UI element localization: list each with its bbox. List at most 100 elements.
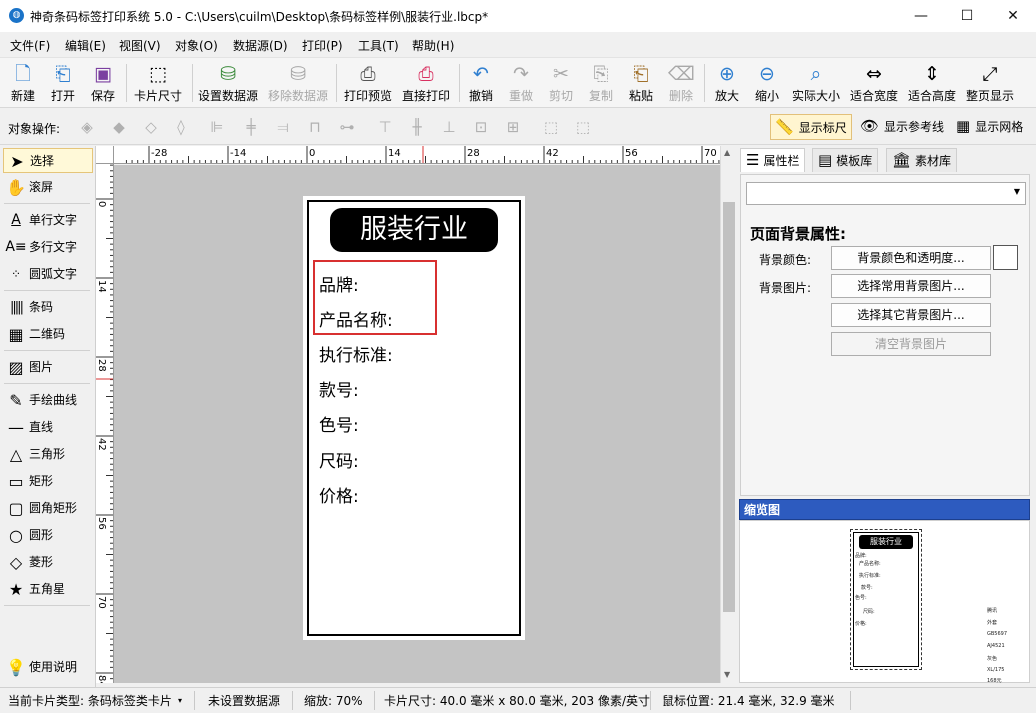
- remove-datasource-button[interactable]: ⛁ 移除数据源: [266, 60, 330, 106]
- tool-arc-text[interactable]: ⁘ 圆弧文字: [3, 262, 93, 287]
- bg-image-common-button[interactable]: 选择常用背景图片...: [831, 274, 991, 298]
- tab-properties[interactable]: ☰ 属性栏: [740, 148, 806, 172]
- delete-button[interactable]: ⌫ 删除: [664, 60, 698, 106]
- cut-button[interactable]: ✂ 剪切: [544, 60, 578, 106]
- object-selector[interactable]: ▼: [746, 182, 1026, 205]
- canvas-scrollbar[interactable]: ▲ ▼: [720, 146, 736, 683]
- field-color-no[interactable]: 色号:: [319, 411, 359, 436]
- menu-tools[interactable]: 工具(T): [358, 37, 399, 54]
- distribute-v-icon[interactable]: ⊶: [336, 117, 358, 137]
- tool-triangle[interactable]: △ 三角形: [3, 442, 93, 467]
- tool-rounded-rectangle[interactable]: ▢ 圆角矩形: [3, 496, 93, 521]
- align-center-icon[interactable]: ╪: [240, 117, 262, 137]
- field-product-name[interactable]: 产品名称:: [319, 306, 393, 331]
- align-right-icon[interactable]: ⫤: [272, 117, 294, 137]
- tool-single-line-text[interactable]: A 单行文字: [3, 208, 93, 233]
- navigator-area[interactable]: 服装行业 品牌: 产品名称: 执行标准: 款号: 色号: 尺码: 价格: 腾讯 …: [739, 520, 1030, 684]
- card-size-button[interactable]: ⬚ 卡片尺寸: [130, 60, 186, 106]
- bring-forward-icon[interactable]: ◆: [108, 117, 130, 137]
- zoom-out-button[interactable]: ⊖ 缩小: [750, 60, 784, 106]
- ungroup-icon[interactable]: ⬚: [572, 117, 594, 137]
- navigator-viewport[interactable]: 服装行业 品牌: 产品名称: 执行标准: 款号: 色号: 尺码: 价格:: [850, 529, 922, 670]
- group-icon[interactable]: ⬚: [540, 117, 562, 137]
- tool-circle[interactable]: ○ 圆形: [3, 523, 93, 548]
- menu-view[interactable]: 视图(V): [119, 37, 161, 54]
- paste-button[interactable]: ⎗ 粘贴: [624, 60, 658, 106]
- bg-color-swatch[interactable]: [993, 245, 1018, 270]
- menu-datasource[interactable]: 数据源(D): [233, 37, 288, 54]
- field-brand[interactable]: 品牌:: [319, 271, 359, 296]
- show-grid-toggle[interactable]: ▦ 显示网格: [952, 114, 1027, 140]
- actual-size-button[interactable]: ⌕ 实际大小: [790, 60, 842, 106]
- tool-barcode[interactable]: ||||| 条码: [3, 295, 93, 320]
- align-left-icon[interactable]: ⊫: [206, 117, 228, 137]
- card-title[interactable]: 服装行业: [330, 208, 498, 252]
- bring-front-icon[interactable]: ◈: [76, 117, 98, 137]
- scroll-down-icon[interactable]: ▼: [724, 670, 730, 679]
- set-datasource-button[interactable]: ⛁ 设置数据源: [196, 60, 260, 106]
- bg-image-other-button[interactable]: 选择其它背景图片...: [831, 303, 991, 327]
- window-title: 神奇条码标签打印系统 5.0 - C:\Users\cuilm\Desktop\…: [30, 10, 489, 24]
- field-size[interactable]: 尺码:: [319, 447, 359, 472]
- menu-file[interactable]: 文件(F): [10, 37, 50, 54]
- same-width-icon[interactable]: ⊡: [470, 117, 492, 137]
- tool-multi-line-text[interactable]: A≡ 多行文字: [3, 235, 93, 260]
- field-price[interactable]: 价格:: [319, 482, 359, 507]
- tool-image[interactable]: ▨ 图片: [3, 355, 93, 380]
- menu-edit[interactable]: 编辑(E): [65, 37, 106, 54]
- tool-star[interactable]: ★ 五角星: [3, 577, 93, 602]
- tool-select[interactable]: ➤ 选择: [3, 148, 93, 173]
- menu-object[interactable]: 对象(O): [175, 37, 218, 54]
- close-button[interactable]: ✕: [990, 0, 1036, 32]
- print-preview-button[interactable]: ⎙ 打印预览: [342, 60, 394, 106]
- copy-button[interactable]: ⎘ 复制: [584, 60, 618, 106]
- scroll-up-icon[interactable]: ▲: [724, 148, 730, 157]
- redo-button[interactable]: ↷ 重做: [504, 60, 538, 106]
- tool-diamond[interactable]: ◇ 菱形: [3, 550, 93, 575]
- undo-button[interactable]: ↶ 撤销: [464, 60, 498, 106]
- maximize-button[interactable]: ☐: [944, 0, 990, 32]
- menu-help[interactable]: 帮助(H): [412, 37, 454, 54]
- label-card[interactable]: 服装行业 品牌: 产品名称: 执行标准: 款号: 色号: 尺码: 价格:: [303, 196, 525, 640]
- bg-color-button[interactable]: 背景颜色和透明度...: [831, 246, 991, 270]
- show-guides-toggle[interactable]: 👁 显示参考线: [856, 114, 948, 140]
- save-button[interactable]: ▣ 保存: [86, 60, 120, 106]
- ruler-label: 84: [96, 675, 107, 683]
- new-button[interactable]: 🗋 新建: [6, 60, 40, 106]
- tool-qrcode[interactable]: ▦ 二维码: [3, 322, 93, 347]
- align-bottom-icon[interactable]: ⊥: [438, 117, 460, 137]
- open-button[interactable]: ⎗ 打开: [46, 60, 80, 106]
- fit-page-button[interactable]: ⤢ 整页显示: [964, 60, 1016, 106]
- single-line-text-icon: A: [11, 212, 21, 228]
- field-style-no[interactable]: 款号:: [319, 376, 359, 401]
- mini-value: 灰色: [987, 656, 998, 662]
- card-type-dropdown-icon[interactable]: ▾: [178, 696, 182, 705]
- tool-line[interactable]: — 直线: [3, 415, 93, 440]
- same-height-icon[interactable]: ⊞: [502, 117, 524, 137]
- fit-width-button[interactable]: ⇔ 适合宽度: [848, 60, 900, 106]
- bg-image-clear-button[interactable]: 清空背景图片: [831, 332, 991, 356]
- send-backward-icon[interactable]: ◇: [140, 117, 162, 137]
- object-toolbar: 对象操作: ◈ ◆ ◇ ◊ ⊫ ╪ ⫤ ⊓ ⊶ ⊤ ╫ ⊥ ⊡ ⊞ ⬚ ⬚ 📏 显…: [0, 109, 1036, 145]
- scrollbar-thumb[interactable]: [723, 202, 735, 612]
- zoom-in-button[interactable]: ⊕ 放大: [710, 60, 744, 106]
- print-button[interactable]: ⎙ 直接打印: [400, 60, 452, 106]
- align-top-icon[interactable]: ⊤: [374, 117, 396, 137]
- tab-library[interactable]: 🏛 素材库: [886, 148, 958, 172]
- ruler-corner: [96, 146, 114, 164]
- help-button[interactable]: 💡 使用说明: [3, 655, 93, 680]
- distribute-h-icon[interactable]: ⊓: [304, 117, 326, 137]
- design-canvas[interactable]: 服装行业 品牌: 产品名称: 执行标准: 款号: 色号: 尺码: 价格:: [114, 165, 720, 683]
- tool-rectangle[interactable]: ▭ 矩形: [3, 469, 93, 494]
- fit-height-button[interactable]: ⇕ 适合高度: [906, 60, 958, 106]
- tab-templates[interactable]: ▤ 模板库: [812, 148, 879, 172]
- show-ruler-toggle[interactable]: 📏 显示标尺: [770, 114, 852, 140]
- field-standard[interactable]: 执行标准:: [319, 341, 393, 366]
- minimize-button[interactable]: —: [898, 0, 944, 32]
- qrcode-icon: ▦: [8, 325, 24, 344]
- menu-print[interactable]: 打印(P): [302, 37, 343, 54]
- align-middle-icon[interactable]: ╫: [406, 117, 428, 137]
- tool-freehand[interactable]: ✎ 手绘曲线: [3, 388, 93, 413]
- tool-pan[interactable]: ✋ 滚屏: [3, 175, 93, 200]
- send-back-icon[interactable]: ◊: [170, 117, 192, 137]
